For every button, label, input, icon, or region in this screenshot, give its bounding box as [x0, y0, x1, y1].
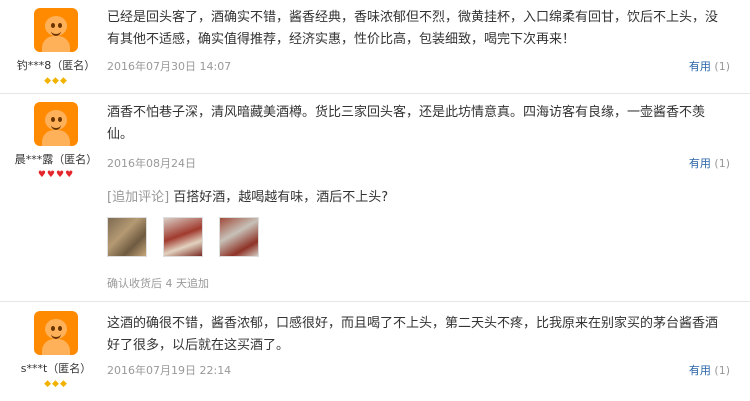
useful-label[interactable]: 有用 — [689, 364, 711, 377]
reviewer-info: 钓***8（匿名） ◆◆◆ — [6, 8, 106, 86]
review-photo-thumbnail[interactable] — [219, 217, 260, 257]
avatar[interactable] — [34, 311, 78, 355]
gold-diamond-badge-icon: ◆◆◆ — [44, 76, 68, 86]
gold-diamond-badge-icon: ◆◆◆ — [44, 379, 68, 389]
useful-label[interactable]: 有用 — [689, 157, 711, 170]
review-photo-thumbnail[interactable] — [107, 217, 147, 257]
red-heart-badge-icon: ♥♥♥♥ — [37, 170, 75, 180]
review-date: 2016年07月19日 22:14 — [107, 364, 232, 377]
review-photo-thumbnail[interactable] — [163, 217, 204, 257]
review-date: 2016年08月24日 — [107, 157, 196, 170]
useful-count: (1) — [714, 60, 730, 73]
append-meta: 确认收货后 4 天追加 — [107, 277, 209, 290]
useful-count: (1) — [714, 157, 730, 170]
reviewer-info: 晨***露（匿名） ♥♥♥♥ — [6, 102, 106, 180]
avatar[interactable] — [34, 102, 78, 146]
review-photos — [107, 217, 270, 259]
avatar[interactable] — [34, 8, 78, 52]
review-item: 晨***露（匿名） ♥♥♥♥ 酒香不怕巷子深，清风暗藏美酒樽。货比三家回头客，还… — [0, 93, 750, 301]
review-item: 钓***8（匿名） ◆◆◆ 已经是回头客了，酒确实不错，酱香经典，香味浓郁但不烈… — [0, 0, 750, 93]
useful-label[interactable]: 有用 — [689, 60, 711, 73]
useful-button[interactable]: 有用 (1) — [689, 58, 730, 74]
reviewer-info: s***t（匿名） ◆◆◆ — [6, 311, 106, 389]
reviewer-name: s***t（匿名） — [20, 362, 92, 375]
useful-count: (1) — [714, 364, 730, 377]
review-date: 2016年07月30日 14:07 — [107, 60, 232, 73]
review-item: s***t（匿名） ◆◆◆ 这酒的确很不错，酱香浓郁，口感很好，而且喝了不上头，… — [0, 301, 750, 401]
review-text: 已经是回头客了，酒确实不错，酱香经典，香味浓郁但不烈，微黄挂杯，入口绵柔有回甘，… — [107, 10, 719, 47]
append-tag: [追加评论] — [107, 190, 170, 205]
append-text: 百搭好酒，越喝越有味，酒后不上头? — [173, 190, 389, 205]
reviewer-name: 钓***8（匿名） — [16, 59, 96, 72]
reviewer-name: 晨***露（匿名） — [14, 153, 98, 166]
review-text: 酒香不怕巷子深，清风暗藏美酒樽。货比三家回头客，还是此坊情意真。四海访客有良缘，… — [107, 105, 706, 142]
appended-review: [追加评论] 百搭好酒，越喝越有味，酒后不上头? — [107, 188, 388, 208]
useful-button[interactable]: 有用 (1) — [689, 362, 730, 378]
review-text: 这酒的确很不错，酱香浓郁，口感很好，而且喝了不上头，第二天头不疼，比我原来在别家… — [107, 316, 719, 353]
useful-button[interactable]: 有用 (1) — [689, 155, 730, 171]
